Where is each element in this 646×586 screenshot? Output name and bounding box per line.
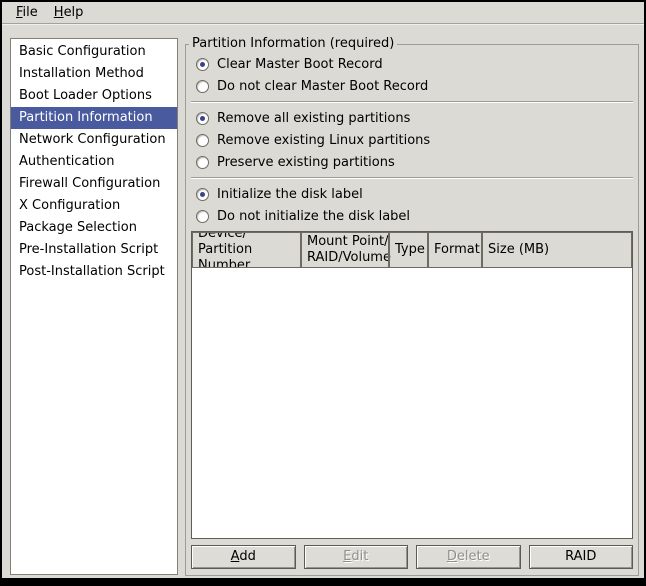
radio-button-icon (196, 134, 209, 147)
table-button-row: Add Edit Delete RAID (191, 545, 633, 569)
column-header-device[interactable]: Device/ Partition Number (192, 232, 301, 268)
partition-table-body[interactable] (192, 268, 632, 538)
sidebar-item-package-selection[interactable]: Package Selection (11, 217, 177, 239)
radio-init-disk-label[interactable]: Initialize the disk label (191, 183, 633, 205)
radio-button-icon (196, 156, 209, 169)
radio-label: Preserve existing partitions (217, 155, 395, 170)
column-header-mount-point[interactable]: Mount Point/ RAID/Volume (301, 232, 389, 268)
radio-button-icon (196, 210, 209, 223)
sidebar-item-boot-loader-options[interactable]: Boot Loader Options (11, 85, 177, 107)
kickstart-configurator-window: File Help Basic Configuration Installati… (2, 2, 644, 578)
partition-table-header: Device/ Partition Number Mount Point/ RA… (192, 232, 632, 268)
column-header-format[interactable]: Format (428, 232, 482, 268)
raid-button[interactable]: RAID (529, 545, 634, 569)
sidebar-item-post-installation-script[interactable]: Post-Installation Script (11, 261, 177, 283)
radio-label: Remove all existing partitions (217, 111, 410, 126)
sidebar-item-partition-information[interactable]: Partition Information (11, 107, 177, 129)
column-header-size[interactable]: Size (MB) (482, 232, 632, 268)
sidebar-item-x-configuration[interactable]: X Configuration (11, 195, 177, 217)
group-separator (191, 177, 633, 179)
menu-help[interactable]: Help (46, 3, 92, 22)
add-button[interactable]: Add (191, 545, 296, 569)
sidebar-item-network-configuration[interactable]: Network Configuration (11, 129, 177, 151)
radio-button-icon (196, 188, 209, 201)
radio-button-icon (196, 112, 209, 125)
group-separator (191, 101, 633, 103)
radio-no-init-disk-label[interactable]: Do not initialize the disk label (191, 205, 633, 227)
sidebar-item-firewall-configuration[interactable]: Firewall Configuration (11, 173, 177, 195)
radio-label: Remove existing Linux partitions (217, 133, 430, 148)
radio-label: Do not clear Master Boot Record (217, 79, 428, 94)
radio-remove-all-partitions[interactable]: Remove all existing partitions (191, 107, 633, 129)
radio-label: Do not initialize the disk label (217, 209, 410, 224)
menubar: File Help (2, 2, 644, 24)
edit-button: Edit (304, 545, 409, 569)
sidebar-item-authentication[interactable]: Authentication (11, 151, 177, 173)
radio-no-clear-mbr[interactable]: Do not clear Master Boot Record (191, 75, 633, 97)
radio-button-icon (196, 58, 209, 71)
sidebar-list: Basic Configuration Installation Method … (10, 38, 178, 575)
column-header-type[interactable]: Type (389, 232, 428, 268)
radio-button-icon (196, 80, 209, 93)
radio-clear-mbr[interactable]: Clear Master Boot Record (191, 53, 633, 75)
groupbox-legend: Partition Information (required) (189, 36, 397, 52)
delete-button: Delete (416, 545, 521, 569)
sidebar-item-basic-configuration[interactable]: Basic Configuration (11, 41, 177, 63)
radio-preserve-partitions[interactable]: Preserve existing partitions (191, 151, 633, 173)
radio-label: Clear Master Boot Record (217, 57, 383, 72)
radio-label: Initialize the disk label (217, 187, 363, 202)
partition-table: Device/ Partition Number Mount Point/ RA… (191, 231, 633, 539)
sidebar-item-pre-installation-script[interactable]: Pre-Installation Script (11, 239, 177, 261)
partition-info-groupbox: Partition Information (required) Clear M… (185, 44, 639, 576)
radio-remove-linux-partitions[interactable]: Remove existing Linux partitions (191, 129, 633, 151)
menu-file[interactable]: File (8, 3, 46, 22)
sidebar-item-installation-method[interactable]: Installation Method (11, 63, 177, 85)
